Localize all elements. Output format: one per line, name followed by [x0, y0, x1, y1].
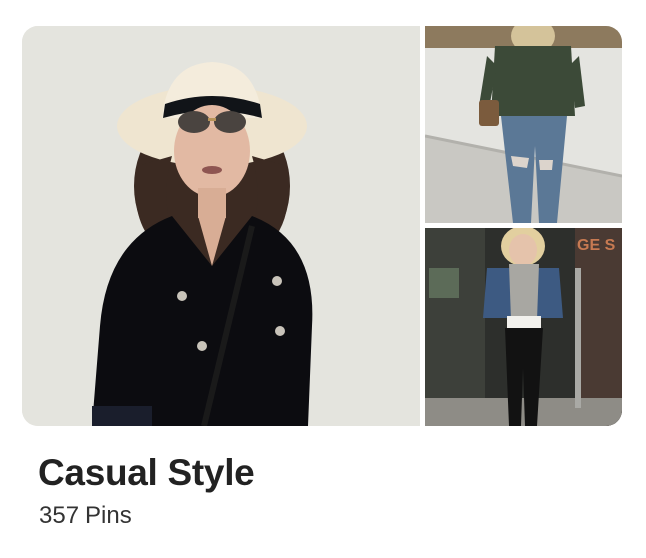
pin-count-label: Pins [85, 502, 132, 529]
board-title[interactable]: Casual Style [38, 452, 255, 494]
svg-text:GE S: GE S [577, 237, 616, 254]
pin-count-number: 357 [39, 502, 80, 529]
cover-image-main[interactable] [22, 26, 420, 426]
photo-woman-denim-jacket: GE S [425, 228, 622, 426]
board-cover-collage[interactable]: GE S [22, 26, 622, 426]
pin-count: 357 Pins [39, 502, 138, 530]
photo-woman-fedora [22, 26, 420, 426]
cover-image-top-right[interactable] [425, 26, 622, 223]
cover-image-bottom-right[interactable]: GE S [425, 228, 622, 426]
photo-woman-green-blouse [425, 26, 622, 223]
board-card[interactable]: GE S Casual Style 357 Pins [0, 0, 646, 558]
